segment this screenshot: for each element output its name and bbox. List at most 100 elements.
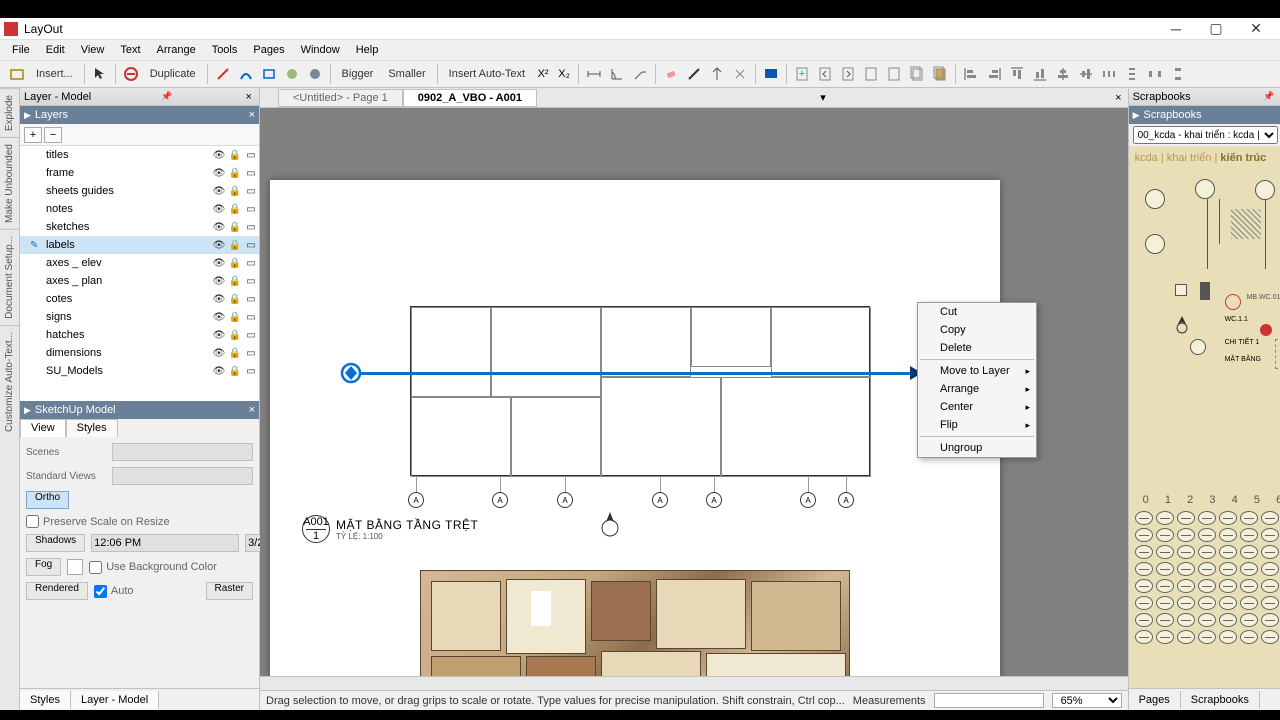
footer-tab-styles[interactable]: Styles [20,691,71,709]
scale-symbol[interactable] [1219,511,1237,525]
layer-row[interactable]: ✎ frame 👁 🔒 ▭ [20,164,259,182]
layer-row[interactable]: ✎ labels 👁 🔒 ▭ [20,236,259,254]
share-icon[interactable]: ▭ [243,312,259,323]
smaller-button[interactable]: Smaller [381,63,432,85]
page2-icon[interactable] [883,63,905,85]
superscript-icon[interactable]: X² [533,63,553,85]
visibility-icon[interactable]: 👁 [211,366,227,377]
gutter-unbounded[interactable]: Make Unbounded [0,137,19,229]
scale-symbol[interactable] [1219,545,1237,559]
menu-edit[interactable]: Edit [38,42,73,58]
space-v-icon[interactable] [1167,63,1189,85]
scale-symbol[interactable] [1177,579,1195,593]
scale-symbol[interactable] [1261,528,1279,542]
delete-icon[interactable] [120,63,142,85]
stdviews-field[interactable] [112,467,253,485]
scrapbook-canvas[interactable]: kcda | khai triển | kiến trúc [1129,146,1280,688]
lock-icon[interactable]: 🔒 [227,204,243,215]
open-icon[interactable] [6,63,28,85]
layers-panel-header[interactable]: Layer - Model 📌 × [20,88,259,106]
prev-page-icon[interactable] [814,63,836,85]
align-bottom-icon[interactable] [1029,63,1051,85]
layers-sub-close[interactable]: × [249,109,255,121]
scale-symbol[interactable] [1177,613,1195,627]
subscript-icon[interactable]: X₂ [554,63,574,85]
scale-symbol[interactable] [1198,511,1216,525]
menu-help[interactable]: Help [348,42,387,58]
doc-tab-dropdown[interactable]: ▾ [814,91,832,104]
scale-symbol[interactable] [1261,511,1279,525]
scale-symbol[interactable] [1177,511,1195,525]
scale-symbol[interactable] [1177,545,1195,559]
share-icon[interactable]: ▭ [243,294,259,305]
line-tool[interactable] [212,63,234,85]
remove-layer-button[interactable]: − [44,127,62,143]
layer-row[interactable]: ✎ notes 👁 🔒 ▭ [20,200,259,218]
scale-symbol[interactable] [1198,545,1216,559]
start-presentation-icon[interactable] [760,63,782,85]
scale-symbol[interactable] [1261,613,1279,627]
lock-icon[interactable]: 🔒 [227,294,243,305]
scale-symbol[interactable] [1135,562,1153,576]
share-icon[interactable]: ▭ [243,222,259,233]
menu-view[interactable]: View [73,42,113,58]
lock-icon[interactable]: 🔒 [227,366,243,377]
ctx-copy[interactable]: Copy [918,321,1036,339]
raster-dropdown[interactable]: Raster [206,582,253,600]
menu-tools[interactable]: Tools [204,42,246,58]
scrap-panel-header[interactable]: Scrapbooks 📌 × [1129,88,1280,106]
space-h-icon[interactable] [1144,63,1166,85]
sketchup-sub-header[interactable]: ▶ SketchUp Model × [20,401,259,419]
scale-symbol[interactable] [1198,613,1216,627]
lock-icon[interactable]: 🔒 [227,276,243,287]
scale-symbol[interactable] [1261,545,1279,559]
share-icon[interactable]: ▭ [243,276,259,287]
layer-row[interactable]: ✎ cotes 👁 🔒 ▭ [20,290,259,308]
visibility-icon[interactable]: 👁 [211,330,227,341]
scale-symbol[interactable] [1261,579,1279,593]
visibility-icon[interactable]: 👁 [211,204,227,215]
page3-icon[interactable] [906,63,928,85]
h-scrollbar[interactable] [260,676,1128,690]
scrap-sub-header[interactable]: ▶ Scrapbooks × [1129,106,1280,124]
lock-icon[interactable]: 🔒 [227,150,243,161]
bigger-button[interactable]: Bigger [335,63,381,85]
layer-row[interactable]: ✎ sketches 👁 🔒 ▭ [20,218,259,236]
scale-symbol[interactable] [1240,630,1258,644]
lock-icon[interactable]: 🔒 [227,186,243,197]
section-marker-left[interactable] [340,362,362,384]
split-icon[interactable] [706,63,728,85]
scale-symbol[interactable] [1219,596,1237,610]
page1-icon[interactable] [860,63,882,85]
scale-symbol[interactable] [1240,579,1258,593]
menu-arrange[interactable]: Arrange [149,42,204,58]
scale-symbol[interactable] [1261,562,1279,576]
pin-icon[interactable]: 📌 [1263,91,1274,102]
dim-linear-icon[interactable] [583,63,605,85]
share-icon[interactable]: ▭ [243,330,259,341]
gutter-explode[interactable]: Explode [0,88,19,137]
scale-symbol[interactable] [1198,562,1216,576]
share-icon[interactable]: ▭ [243,204,259,215]
scale-symbol[interactable] [1177,528,1195,542]
lock-icon[interactable]: 🔒 [227,168,243,179]
share-icon[interactable]: ▭ [243,258,259,269]
next-page-icon[interactable] [837,63,859,85]
autotext-button[interactable]: Insert Auto-Text [442,63,532,85]
shadows-button[interactable]: Shadows [26,534,85,552]
scale-symbol[interactable] [1177,630,1195,644]
lock-icon[interactable]: 🔒 [227,312,243,323]
scale-symbol[interactable] [1156,630,1174,644]
ctx-arrange[interactable]: Arrange [918,380,1036,398]
visibility-icon[interactable]: 👁 [211,168,227,179]
menu-pages[interactable]: Pages [245,42,292,58]
ctx-center[interactable]: Center [918,398,1036,416]
fog-color-swatch[interactable] [67,559,83,575]
minimize-button[interactable]: ─ [1156,19,1196,39]
scale-symbol[interactable] [1135,528,1153,542]
dim-angular-icon[interactable] [606,63,628,85]
style-icon[interactable] [683,63,705,85]
scale-symbol[interactable] [1156,596,1174,610]
usebg-checkbox[interactable]: Use Background Color [89,561,217,574]
measurements-field[interactable] [934,693,1044,708]
